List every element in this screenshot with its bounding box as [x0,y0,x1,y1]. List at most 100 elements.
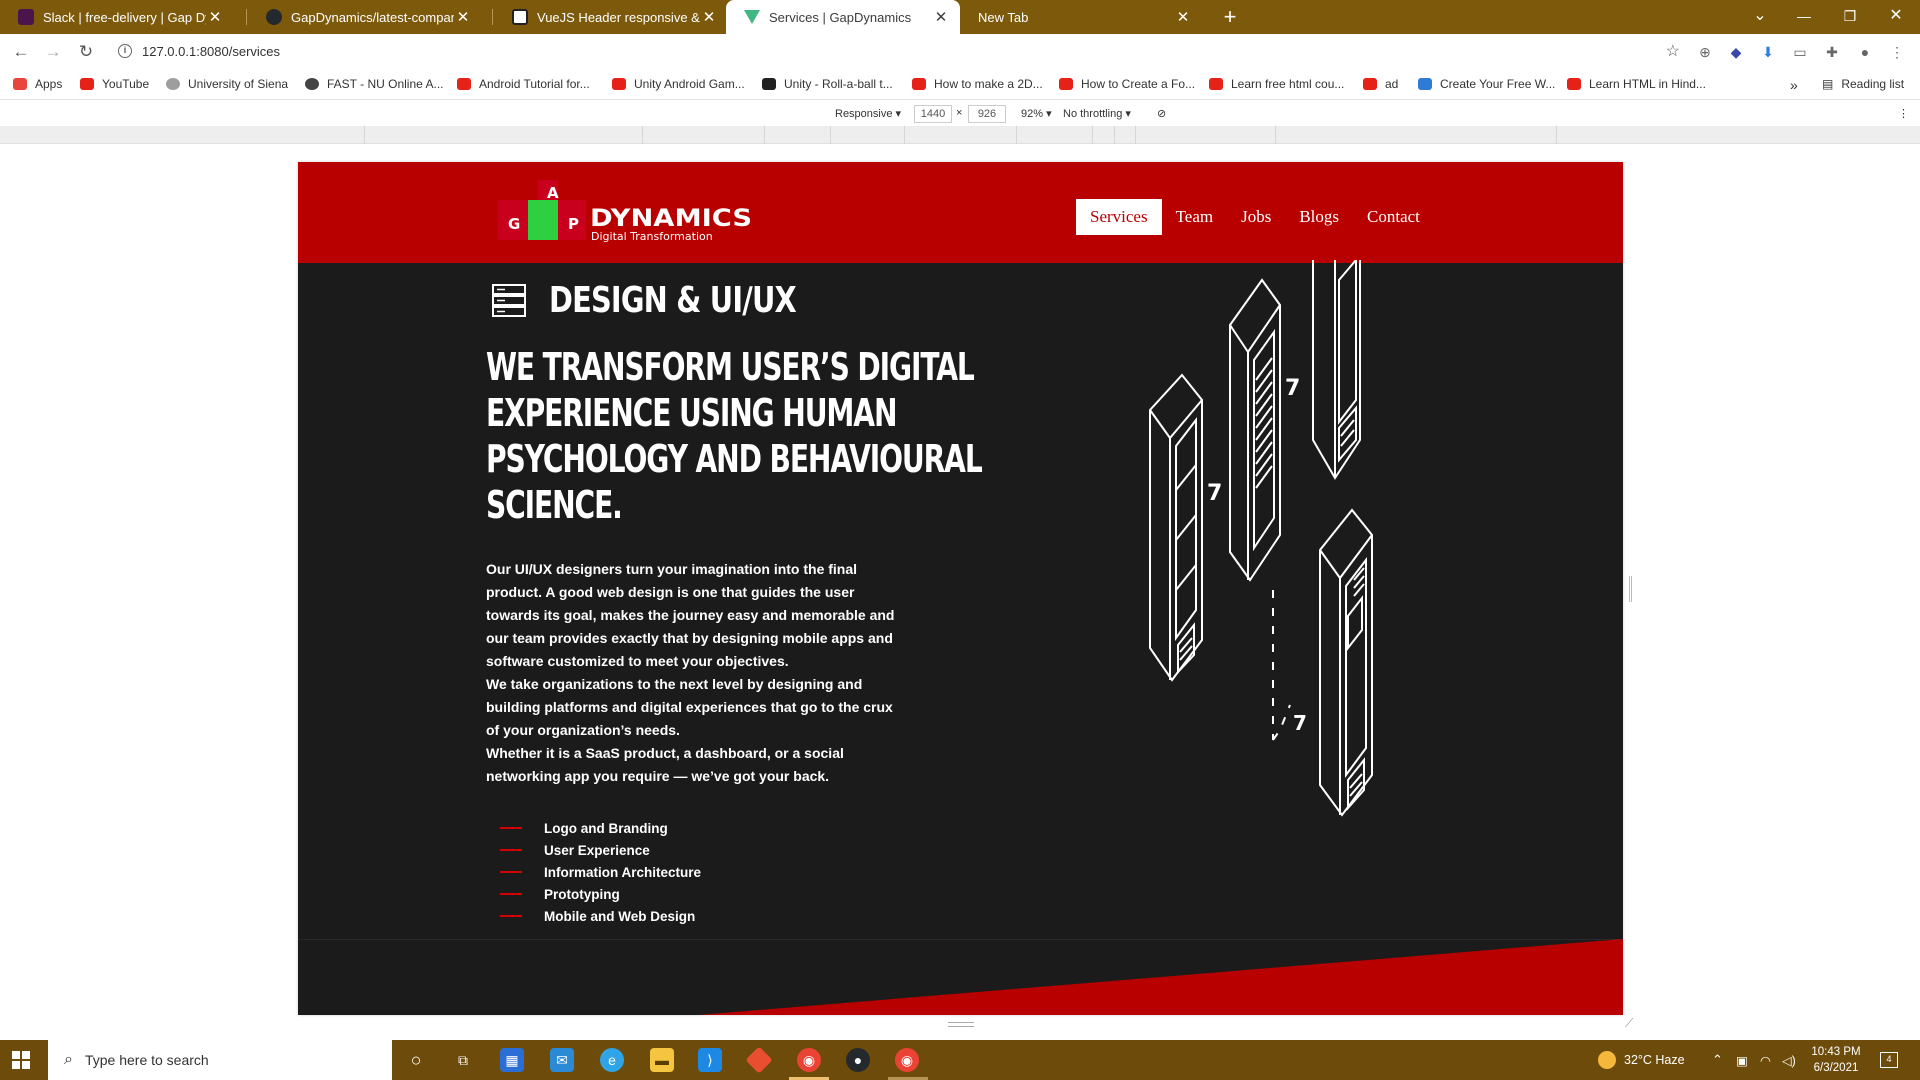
resize-handle-right[interactable] [1629,576,1632,602]
bookmark-unity-android[interactable]: Unity Android Gam... [612,77,745,91]
show-hidden-icons[interactable]: ⌃ [1712,1040,1723,1080]
footer-wave [298,939,1623,1015]
github-desktop-icon[interactable]: ● [846,1048,870,1072]
bookmark-android-tutorial[interactable]: Android Tutorial for... [457,77,590,91]
taskbar-search[interactable]: ⌕ Type here to search [48,1040,392,1080]
bookmark-create-free-w[interactable]: Create Your Free W... [1418,77,1555,91]
bookmarks-overflow-icon[interactable]: » [1790,77,1798,93]
url-text[interactable]: 127.0.0.1:8080/services [142,44,280,59]
bookmark-apps[interactable]: Apps [13,77,62,91]
wifi-icon[interactable]: ◠ [1760,1040,1771,1080]
tab-search-icon[interactable]: ⌄ [1738,0,1782,34]
apps-grid-icon [13,78,27,90]
tab-services[interactable]: Services | GapDynamics ✕ [726,0,960,34]
edge-icon[interactable]: e [600,1048,624,1072]
search-icon: ⌕ [64,1051,73,1068]
git-icon[interactable] [745,1046,773,1074]
tab-codepen[interactable]: VueJS Header responsive & Load ✕ [494,0,728,34]
viewport-width-input[interactable]: 1440 [914,105,952,123]
site-info-icon[interactable]: i [118,44,132,58]
extension-badge-icon[interactable]: ◆ [1726,42,1746,62]
volume-icon[interactable]: ◁) [1782,1040,1796,1080]
svg-text:7: 7 [1293,711,1307,735]
youtube-icon [80,78,94,90]
windows-start-icon[interactable] [12,1051,30,1069]
extensions-puzzle-icon[interactable]: ✚ [1822,42,1842,62]
profile-avatar-icon[interactable]: ● [1855,42,1875,62]
device-select[interactable]: Responsive ▾ [835,107,901,120]
system-clock[interactable]: 10:43 PM 6/3/2021 [1808,1044,1864,1076]
bookmark-make-2d[interactable]: How to make a 2D... [912,77,1043,91]
resize-corner-icon[interactable]: ⟋ [1625,1016,1633,1031]
bookmark-create-fo[interactable]: How to Create a Fo... [1059,77,1195,91]
bookmark-learn-html-hindi[interactable]: Learn HTML in Hind... [1567,77,1706,91]
zoom-select[interactable]: 92% ▾ [1021,107,1052,120]
translate-icon[interactable]: ⊕ [1695,42,1715,62]
meet-now-icon[interactable]: ▣ [1736,1040,1748,1080]
close-tab-icon[interactable]: ✕ [700,8,718,26]
main-nav: Services Team Jobs Blogs Contact [1076,199,1434,235]
red-dash-icon [500,893,522,895]
wix-icon [1418,78,1432,90]
menu-kebab-icon[interactable]: ⋮ [1887,42,1907,62]
bookmark-learn-html-course[interactable]: Learn free html cou... [1209,77,1344,91]
minimize-button[interactable]: — [1782,0,1826,34]
youtube-icon [1059,78,1073,90]
address-bar[interactable]: i 127.0.0.1:8080/services ☆ [108,38,1688,66]
close-window-button[interactable]: ✕ [1874,0,1918,34]
youtube-icon [457,78,471,90]
bookmark-university-siena[interactable]: University of Siena [166,77,288,91]
mail-icon[interactable]: ✉ [550,1048,574,1072]
resize-handle-bottom[interactable] [948,1022,974,1027]
nav-contact[interactable]: Contact [1353,199,1434,235]
reading-list[interactable]: ▤ Reading list [1822,77,1904,91]
restore-button[interactable]: ❐ [1828,0,1872,34]
vscode-icon[interactable]: ⟩ [698,1048,722,1072]
bookmark-unity-roll-a-ball[interactable]: Unity - Roll-a-ball t... [762,77,893,91]
gapdynamics-logo[interactable]: A G P DYNAMICS Digital Transformation [498,178,798,260]
tab-github[interactable]: GapDynamics/latest-company-w ✕ [248,0,482,34]
throttling-select[interactable]: No throttling ▾ [1063,107,1131,120]
tab-slack[interactable]: Slack | free-delivery | Gap Dynam ✕ [0,0,234,34]
device-toolbar: Responsive ▾ 1440 × 926 92% ▾ No throttl… [0,102,1920,126]
viewport-height-input[interactable]: 926 [968,105,1006,123]
close-tab-icon[interactable]: ✕ [932,8,950,26]
media-query-ruler[interactable] [0,126,1920,144]
bookmark-ad[interactable]: ad [1363,77,1398,91]
store-icon[interactable]: ▦ [500,1048,524,1072]
codepen-icon [512,9,528,25]
unity-icon [762,78,776,90]
bookmark-youtube[interactable]: YouTube [80,77,149,91]
new-tab-button[interactable]: + [1216,3,1244,31]
devtools-more-icon[interactable]: ⋮ [1898,107,1909,120]
nav-blogs[interactable]: Blogs [1285,199,1353,235]
cast-icon[interactable]: ▭ [1790,42,1810,62]
back-icon[interactable]: ← [9,40,33,64]
task-view-icon[interactable]: ⧉ [451,1048,475,1072]
download-icon[interactable]: ⬇ [1758,42,1778,62]
tab-strip: Slack | free-delivery | Gap Dynam ✕ GapD… [0,0,1920,34]
red-dash-icon [500,915,522,917]
red-dash-icon [500,871,522,873]
bookmark-fast-nu[interactable]: FAST - NU Online A... [305,77,443,91]
notification-center[interactable]: 4 [1880,1040,1898,1080]
vue-icon [744,10,760,24]
chrome-icon[interactable]: ◉ [895,1048,919,1072]
reload-icon[interactable]: ↻ [74,40,98,64]
tab-new-tab[interactable]: New Tab ✕ [968,0,1202,34]
close-tab-icon[interactable]: ✕ [1174,8,1192,26]
nav-jobs[interactable]: Jobs [1227,199,1285,235]
chrome-icon[interactable]: ◉ [797,1048,821,1072]
nav-team[interactable]: Team [1162,199,1228,235]
forward-icon[interactable]: → [41,40,65,64]
rotate-icon[interactable]: ⊘ [1157,107,1166,120]
bookmark-star-icon[interactable]: ☆ [1666,41,1680,61]
file-explorer-icon[interactable]: ▬ [650,1048,674,1072]
nav-services[interactable]: Services [1076,199,1162,235]
youtube-icon [1567,78,1581,90]
cortana-icon[interactable]: ○ [404,1048,428,1072]
close-tab-icon[interactable]: ✕ [454,8,472,26]
close-tab-icon[interactable]: ✕ [206,8,224,26]
weather-widget[interactable]: 32°C Haze [1598,1040,1685,1080]
svg-text:P: P [568,215,579,233]
